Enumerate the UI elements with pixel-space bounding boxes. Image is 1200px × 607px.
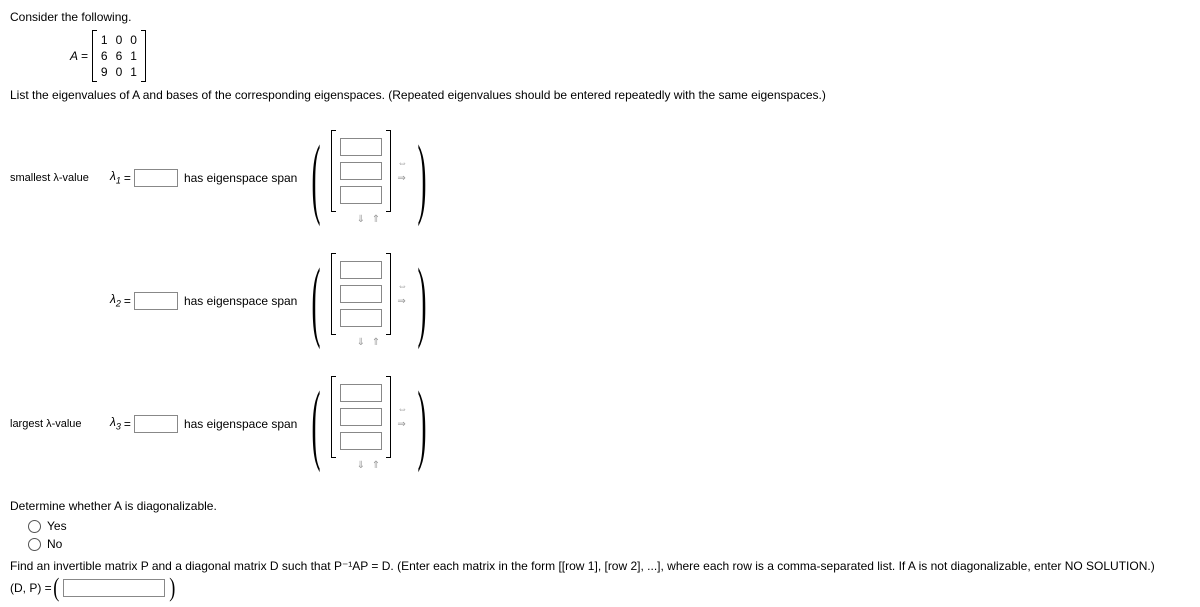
lambda-1-input[interactable] [134,169,178,187]
eigen-row-3: largest λ-value λ3 = has eigenspace span… [10,376,1190,471]
radio-icon[interactable] [28,520,41,533]
lambda-3-symbol: λ3 [110,415,121,431]
set-paren-close: ) [418,269,427,332]
matrix-cell: 0 [116,33,123,47]
matrix-cell: 1 [130,49,137,63]
eigvec2-entry-3[interactable] [340,309,382,327]
resize-vert-icon[interactable]: ⇓ ⇑ [357,460,383,471]
matrix-cell: 0 [130,33,137,47]
eigvec2-entry-1[interactable] [340,261,382,279]
matrix-cell: 0 [116,65,123,79]
resize-horiz-icon[interactable]: ⇔ [397,281,407,292]
matrix-cell: 1 [130,65,137,79]
matrix-label: A = [70,49,88,63]
lambda-1-symbol: λ1 [110,169,121,185]
has-eigenspace-text: has eigenspace span [184,294,297,308]
resize-vert-icon[interactable]: ⇓ ⇑ [357,337,383,348]
eigvec1-entry-1[interactable] [340,138,382,156]
matrix-cell: 1 [101,33,108,47]
matrix-cell: 6 [101,49,108,63]
instruction-text: List the eigenvalues of A and bases of t… [10,88,1190,102]
radio-yes-label: Yes [47,519,67,533]
set-paren-open: ( [312,392,321,455]
equals-sign: = [124,171,131,185]
eigvec3-entry-3[interactable] [340,432,382,450]
equals-sign: = [124,294,131,308]
set-paren-close: ) [418,146,427,209]
radio-icon[interactable] [28,538,41,551]
resize-horiz-icon[interactable]: ⇔ [397,158,407,169]
eigvec1-entry-3[interactable] [340,186,382,204]
radio-no[interactable]: No [28,537,1190,551]
lambda-2-input[interactable] [134,292,178,310]
has-eigenspace-text: has eigenspace span [184,171,297,185]
set-paren-close: ) [418,392,427,455]
expand-right-icon[interactable]: ⇒ [397,419,407,430]
eigvec2-entry-2[interactable] [340,285,382,303]
lambda-2-symbol: λ2 [110,292,121,308]
intro-text: Consider the following. [10,10,1190,24]
resize-vert-icon[interactable]: ⇓ ⇑ [357,214,383,225]
eigvec1-entry-2[interactable] [340,162,382,180]
set-paren-open: ( [312,146,321,209]
set-paren-open: ( [312,269,321,332]
radio-no-label: No [47,537,62,551]
equals-sign: = [124,417,131,431]
diagonalizable-question: Determine whether A is diagonalizable. [10,499,1190,513]
eigvec3-entry-1[interactable] [340,384,382,402]
expand-right-icon[interactable]: ⇒ [397,296,407,307]
eigen-row-2: λ2 = has eigenspace span ( ⇔ ⇒ [10,253,1190,348]
dp-input[interactable] [63,579,165,597]
radio-yes[interactable]: Yes [28,519,1190,533]
eigvec3-entry-2[interactable] [340,408,382,426]
matrix-cell: 9 [101,65,108,79]
matrix-cell: 6 [116,49,123,63]
largest-label: largest λ-value [10,418,110,430]
matrix-A: A = 1 0 0 6 6 1 9 0 1 [70,30,146,82]
lambda-3-input[interactable] [134,415,178,433]
eigen-row-1: smallest λ-value λ1 = has eigenspace spa… [10,130,1190,225]
has-eigenspace-text: has eigenspace span [184,417,297,431]
final-instruction: Find an invertible matrix P and a diagon… [10,559,1190,573]
dp-paren-close: ) [170,579,176,597]
dp-label: (D, P) = [10,581,52,595]
smallest-label: smallest λ-value [10,172,110,184]
expand-right-icon[interactable]: ⇒ [397,173,407,184]
resize-horiz-icon[interactable]: ⇔ [397,404,407,415]
dp-paren-open: ( [53,579,59,597]
